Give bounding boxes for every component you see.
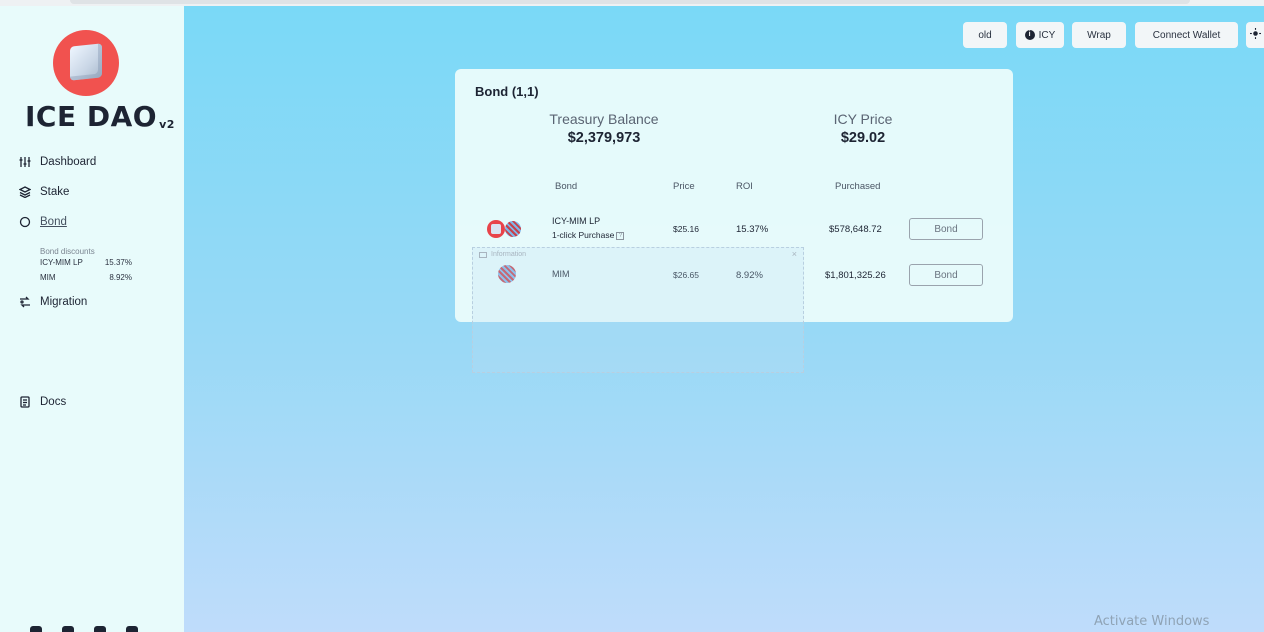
header-price: Price — [673, 181, 695, 192]
bond-price: $25.16 — [673, 224, 699, 234]
info-icon: i — [1024, 30, 1035, 40]
bond-discount-name: MIM — [40, 273, 56, 282]
one-click-label: 1-click Purchase — [552, 230, 615, 240]
icy-button-label: ICY — [1038, 29, 1056, 41]
bond-button[interactable]: Bond — [909, 218, 983, 240]
bond-icon — [19, 216, 31, 228]
old-button[interactable]: old — [963, 22, 1007, 48]
nav-docs-label: Docs — [40, 396, 67, 408]
document-icon — [19, 396, 31, 408]
bond-discount-row[interactable]: ICY-MIM LP 15.37% — [40, 258, 132, 267]
sidebar: ICE DAO v2 Dashboard Stake Bond Bond disc… — [0, 6, 184, 632]
help-icon[interactable]: ? — [616, 231, 625, 240]
close-icon[interactable]: × — [792, 249, 797, 259]
header-bond: Bond — [555, 181, 578, 192]
bond-roi: 15.37% — [736, 224, 769, 235]
main-area: old i ICY Wrap Connect Wallet Bond (1,1) … — [184, 6, 1264, 632]
treasury-balance: Treasury Balance $2,379,973 — [524, 111, 684, 146]
github-icon[interactable] — [30, 626, 42, 632]
ice-cube-icon — [70, 43, 102, 81]
address-bar[interactable] — [70, 0, 1190, 4]
layers-icon — [18, 186, 32, 199]
social-links — [30, 626, 138, 632]
treasury-label: Treasury Balance — [549, 111, 659, 127]
theme-toggle[interactable] — [1246, 22, 1264, 48]
connect-wallet-button[interactable]: Connect Wallet — [1135, 22, 1238, 48]
brand-title: ICE DAO v2 — [25, 100, 175, 133]
old-button-label: old — [978, 29, 992, 41]
nav-migration-label: Migration — [40, 296, 88, 308]
bond-purchased: $578,648.72 — [829, 224, 882, 235]
nav-docs[interactable]: Docs — [19, 396, 66, 408]
sun-icon — [1249, 28, 1261, 42]
card-title: Bond (1,1) — [475, 84, 539, 99]
bond-purchased: $1,801,325.26 — [825, 270, 886, 281]
migration-icon — [19, 296, 31, 308]
nav-migration[interactable]: Migration — [19, 296, 87, 308]
wrap-button[interactable]: Wrap — [1072, 22, 1126, 48]
nav-stake[interactable]: Stake — [18, 186, 70, 199]
sliders-icon — [19, 156, 31, 168]
wrap-button-label: Wrap — [1087, 29, 1111, 41]
mim-token-icon — [505, 221, 521, 237]
nav-dashboard-label: Dashboard — [40, 156, 97, 168]
window-icon — [479, 251, 487, 258]
treasury-value: $2,379,973 — [567, 130, 641, 146]
overlay-header: Information — [479, 251, 526, 258]
icy-button[interactable]: i ICY — [1016, 22, 1064, 48]
bond-button-label: Bond — [934, 223, 958, 235]
icy-price-label: ICY Price — [833, 111, 893, 127]
header-purchased: Purchased — [835, 181, 881, 192]
twitter-icon[interactable] — [94, 626, 106, 632]
bond-row-name: ICY-MIM LP — [552, 216, 600, 226]
nav-bond[interactable]: Bond — [19, 216, 67, 228]
bond-discount-value: 8.92% — [109, 273, 132, 282]
activate-windows-watermark: Activate Windows — [1094, 614, 1210, 629]
bond-button[interactable]: Bond — [909, 264, 983, 286]
information-overlay[interactable]: Information × — [472, 247, 804, 373]
bond-name: ICY-MIM LP — [552, 216, 601, 226]
bond-discount-row[interactable]: MIM 8.92% — [40, 273, 132, 282]
icy-price-value: $29.02 — [840, 130, 886, 146]
overlay-title: Information — [491, 251, 527, 258]
brand-version: v2 — [159, 118, 175, 131]
nav-stake-label: Stake — [40, 186, 70, 198]
bond-button-label: Bond — [934, 269, 958, 281]
bond-discount-value: 15.37% — [104, 258, 132, 267]
ice-dao-logo — [53, 30, 119, 96]
nav-bond-label: Bond — [40, 216, 67, 228]
header-roi: ROI — [736, 181, 753, 192]
connect-wallet-label: Connect Wallet — [1152, 29, 1221, 41]
nav-dashboard[interactable]: Dashboard — [19, 156, 96, 168]
brand-name: ICE DAO — [25, 100, 158, 133]
discord-icon[interactable] — [126, 626, 138, 632]
medium-icon[interactable] — [62, 626, 74, 632]
bond-discounts-title: Bond discounts — [40, 247, 95, 256]
bond-discount-name: ICY-MIM LP — [40, 258, 83, 267]
ice-token-icon — [487, 220, 505, 238]
one-click-purchase[interactable]: 1-click Purchase? — [552, 230, 625, 240]
icy-price: ICY Price $29.02 — [783, 111, 943, 146]
